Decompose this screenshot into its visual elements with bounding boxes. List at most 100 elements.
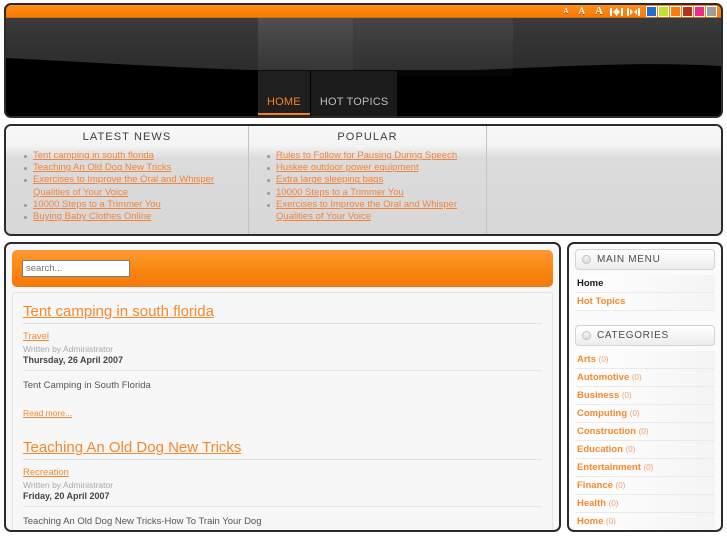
sidebar-item-hot-topics[interactable]: Hot Topics — [575, 293, 715, 311]
news-link[interactable]: Teaching An Old Dog New Tricks — [33, 162, 171, 173]
article-author: Written by Administrator — [23, 480, 114, 490]
news-link[interactable]: Buying Baby Clothes Online — [33, 211, 151, 222]
module-spacer — [575, 311, 715, 325]
theme-color-darkred[interactable] — [682, 6, 693, 17]
news-modules: LATEST NEWS Tent camping in south florid… — [4, 124, 723, 236]
nav-item-hot-topics[interactable]: HOT TOPICS — [310, 71, 399, 116]
category-link[interactable]: Arts — [577, 354, 596, 365]
sidebar-item-health[interactable]: Health (0) — [575, 495, 715, 513]
list-item: Rules to Follow for Pausing During Speec… — [267, 150, 482, 162]
module-title: MAIN MENU — [597, 254, 661, 265]
category-count: (0) — [631, 373, 642, 382]
sidebar-item-home-cat[interactable]: Home (0) — [575, 513, 715, 530]
search-input[interactable] — [22, 260, 130, 277]
sidebar-item-automotive[interactable]: Automotive (0) — [575, 369, 715, 387]
list-item: Tent camping in south florida — [24, 150, 244, 162]
sidebar-item-education[interactable]: Education (0) — [575, 441, 715, 459]
category-count: (0) — [638, 427, 649, 436]
module-header-main-menu: MAIN MENU — [575, 249, 715, 270]
bullet-circle-icon — [582, 331, 591, 340]
sidebar-item-entertainment[interactable]: Entertainment (0) — [575, 459, 715, 477]
news-link[interactable]: Exercises to Improve the Oral and Whispe… — [276, 199, 457, 222]
theme-color-lime[interactable] — [658, 6, 669, 17]
news-module-empty — [487, 126, 721, 234]
read-more-link[interactable]: Read more... — [23, 408, 72, 418]
category-count: (0) — [643, 463, 654, 472]
wide-width-icon[interactable] — [625, 5, 642, 18]
news-link[interactable]: 10000 Steps to a Trimmer You — [33, 199, 161, 210]
content-area: Tent camping in south florida Travel Wri… — [4, 242, 561, 532]
category-link[interactable]: Health — [577, 498, 606, 509]
news-link[interactable]: Extra large sleeping bags — [276, 174, 383, 185]
news-module-popular: POPULAR Rules to Follow for Pausing Duri… — [249, 126, 487, 234]
sidebar-item-arts[interactable]: Arts (0) — [575, 351, 715, 369]
search-bar — [12, 250, 553, 287]
news-link[interactable]: 10000 Steps to a Trimmer You — [276, 187, 404, 198]
list-item: 10000 Steps to a Trimmer You — [24, 199, 244, 211]
theme-color-swatches — [646, 6, 717, 17]
main-navigation: HOME HOT TOPICS — [258, 71, 399, 116]
article-category-link[interactable]: Travel — [23, 331, 49, 342]
news-module-popular-title: POPULAR — [337, 131, 398, 143]
right-sidebar: MAIN MENU Home Hot Topics CATEGORIES Art… — [567, 242, 723, 532]
theme-color-orange[interactable] — [670, 6, 681, 17]
font-size-medium-button[interactable]: A — [574, 5, 591, 18]
article-title-link[interactable]: Teaching An Old Dog New Tricks — [23, 439, 542, 460]
article-body: Tent Camping in South Florida — [23, 380, 151, 391]
category-count: (0) — [625, 445, 636, 454]
category-link[interactable]: Automotive — [577, 372, 629, 383]
list-item: 10000 Steps to a Trimmer You — [267, 187, 482, 199]
header-banner: HOME HOT TOPICS — [6, 18, 721, 116]
list-item: Buying Baby Clothes Online — [24, 211, 244, 223]
nav-item-home[interactable]: HOME — [258, 71, 311, 116]
category-link[interactable]: Business — [577, 390, 619, 401]
sidebar-item-industrial[interactable]: Industrial (0) — [575, 531, 715, 532]
article-category-link[interactable]: Recreation — [23, 467, 69, 478]
module-title: CATEGORIES — [597, 330, 669, 341]
body-row: Tent camping in south florida Travel Wri… — [4, 242, 723, 532]
theme-color-blue[interactable] — [646, 6, 657, 17]
sidebar-item-finance[interactable]: Finance (0) — [575, 477, 715, 495]
category-link[interactable]: Computing — [577, 408, 627, 419]
category-count: (0) — [621, 391, 632, 400]
article-date: Friday, 20 April 2007 — [23, 491, 542, 507]
sidebar-item-construction[interactable]: Construction (0) — [575, 423, 715, 441]
news-link[interactable]: Tent camping in south florida — [33, 150, 154, 161]
article-author: Written by Administrator — [23, 344, 114, 354]
article-body: Teaching An Old Dog New Tricks-How To Tr… — [23, 516, 262, 527]
module-header-categories: CATEGORIES — [575, 325, 715, 346]
news-module-latest-title: LATEST NEWS — [82, 131, 172, 143]
narrow-width-icon[interactable] — [608, 5, 625, 18]
category-count: (0) — [629, 409, 640, 418]
news-link[interactable]: Huskee outdoor power equipment — [276, 162, 419, 173]
sidebar-item-computing[interactable]: Computing (0) — [575, 405, 715, 423]
article-title-link[interactable]: Tent camping in south florida — [23, 303, 542, 324]
categories-list: Arts (0) Automotive (0) Business (0) Com… — [575, 351, 715, 532]
sidebar-item-label[interactable]: Hot Topics — [577, 296, 625, 307]
sidebar-item-business[interactable]: Business (0) — [575, 387, 715, 405]
category-link[interactable]: Entertainment — [577, 462, 641, 473]
article-item: Teaching An Old Dog New Tricks Recreatio… — [23, 439, 542, 530]
category-link[interactable]: Home — [577, 516, 603, 527]
news-module-empty-title — [487, 126, 721, 138]
sidebar-item-home[interactable]: Home — [575, 275, 715, 293]
news-link[interactable]: Rules to Follow for Pausing During Speec… — [276, 150, 457, 161]
news-list-latest: Tent camping in south florida Teaching A… — [6, 150, 248, 223]
theme-color-pink[interactable] — [694, 6, 705, 17]
news-list-popular: Rules to Follow for Pausing During Speec… — [249, 150, 486, 223]
bullet-circle-icon — [582, 255, 591, 264]
font-size-small-button[interactable]: A — [558, 5, 573, 18]
category-link[interactable]: Finance — [577, 480, 613, 491]
sidebar-item-label[interactable]: Home — [577, 278, 603, 289]
font-size-large-button[interactable]: A — [590, 5, 608, 18]
list-item: Exercises to Improve the Oral and Whispe… — [267, 199, 482, 223]
theme-color-gray[interactable] — [706, 6, 717, 17]
category-link[interactable]: Education — [577, 444, 623, 455]
category-link[interactable]: Construction — [577, 426, 636, 437]
list-item: Exercises to Improve the Oral and Whispe… — [24, 174, 244, 198]
news-link[interactable]: Exercises to Improve the Oral and Whispe… — [33, 174, 214, 197]
nav-item-home-label: HOME — [267, 96, 301, 108]
list-item: Extra large sleeping bags — [267, 174, 482, 186]
news-module-latest: LATEST NEWS Tent camping in south florid… — [6, 126, 249, 234]
category-count: (0) — [615, 481, 626, 490]
